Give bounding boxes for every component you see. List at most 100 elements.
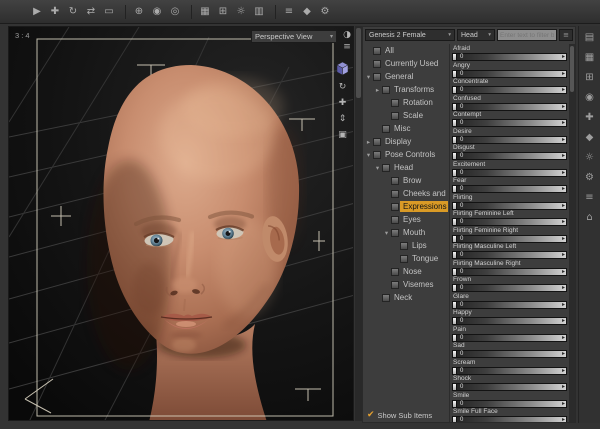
tree-item-scale[interactable]: Scale (363, 109, 448, 122)
slider-track[interactable]: 0 ▸ (452, 350, 567, 358)
slider-nudge-right-icon[interactable]: ▸ (562, 284, 565, 292)
slider-handle[interactable] (453, 136, 457, 143)
tree-item-mouth[interactable]: ▾ Mouth (363, 226, 448, 239)
simulation-settings-tab[interactable]: ⚙ (585, 172, 594, 183)
slider-nudge-right-icon[interactable]: ▸ (562, 350, 565, 358)
preferences[interactable]: ⚙ (318, 4, 332, 19)
slider-nudge-right-icon[interactable]: ▸ (562, 400, 565, 408)
view-selector-dropdown[interactable]: Perspective View ▾ (251, 30, 337, 43)
slider-excitement[interactable]: Excitement 0 ▸ (450, 161, 569, 178)
orbit-camera-icon[interactable]: ↻ (339, 82, 347, 92)
slider-smile[interactable]: Smile 0 ▸ (450, 392, 569, 409)
expand-arrow-icon[interactable]: ▾ (365, 151, 372, 159)
slider-nudge-right-icon[interactable]: ▸ (562, 268, 565, 276)
figure-selector-dropdown[interactable]: Genesis 2 Female ▾ (365, 29, 455, 41)
render-settings-tab[interactable]: ☼ (585, 152, 594, 163)
slider-sad[interactable]: Sad 0 ▸ (450, 342, 569, 359)
slider-track[interactable]: 0 ▸ (452, 300, 567, 309)
slider-track[interactable]: 0 ▸ (452, 119, 567, 127)
pointer-tool[interactable]: ▶ (30, 4, 44, 19)
node-selection-tool[interactable]: ◉ (150, 4, 164, 19)
scene-tab[interactable]: ▤ (585, 32, 594, 43)
tree-item-head[interactable]: ▾ Head (363, 161, 448, 174)
slider-nudge-right-icon[interactable]: ▸ (562, 251, 565, 259)
tree-item-lips[interactable]: Lips (363, 239, 448, 252)
slider-confused[interactable]: Confused 0 ▸ (450, 95, 569, 112)
scene-navigator[interactable]: ▦ (198, 4, 212, 19)
shaping-tab[interactable]: ◉ (585, 92, 594, 103)
slider-nudge-right-icon[interactable]: ▸ (562, 235, 565, 243)
slider-track[interactable]: 0 ▸ (452, 399, 567, 408)
slider-nudge-right-icon[interactable]: ▸ (562, 169, 565, 177)
slider-nudge-right-icon[interactable]: ▸ (562, 103, 565, 111)
universal-manipulator[interactable]: ✚ (48, 4, 62, 19)
tree-item-expressions[interactable]: Expressions (363, 200, 448, 213)
slider-glare[interactable]: Glare 0 ▸ (450, 293, 569, 310)
slider-nudge-right-icon[interactable]: ▸ (562, 367, 565, 375)
tree-item-all[interactable]: All (363, 44, 448, 57)
tree-item-neck[interactable]: Neck (363, 291, 448, 304)
tree-scrollbar[interactable] (355, 26, 362, 421)
slider-desire[interactable]: Desire 0 ▸ (450, 128, 569, 145)
surfaces-tab[interactable]: ◆ (586, 132, 594, 143)
separator[interactable] (270, 4, 276, 19)
slider-nudge-right-icon[interactable]: ▸ (562, 416, 565, 422)
slider-nudge-right-icon[interactable]: ▸ (562, 218, 565, 226)
rotate-tool[interactable]: ↻ (66, 4, 80, 19)
slider-shock[interactable]: Shock 0 ▸ (450, 375, 569, 392)
slider-nudge-right-icon[interactable]: ▸ (562, 70, 565, 78)
draw-style-icon[interactable]: ◑ (343, 30, 351, 40)
slider-track[interactable]: 0 ▸ (452, 251, 567, 259)
node-selector-dropdown[interactable]: Head ▾ (457, 29, 495, 41)
tree-item-general[interactable]: ▾ General (363, 70, 448, 83)
slider-track[interactable]: 0 ▸ (452, 234, 567, 243)
slider-handle[interactable] (453, 169, 457, 176)
expand-arrow-icon[interactable]: ▸ (374, 86, 381, 94)
slider-track[interactable]: 0 ▸ (452, 201, 567, 210)
slider-track[interactable]: 0 ▸ (452, 333, 567, 342)
slider-frown[interactable]: Frown 0 ▸ (450, 276, 569, 293)
viewport-canvas[interactable]: 3 : 4 Perspective View ▾ ◑ ≡ ↻ ✚ ⇕ ▣ (8, 26, 354, 421)
slider-track[interactable]: 0 ▸ (452, 152, 567, 160)
slider-nudge-right-icon[interactable]: ▸ (562, 185, 565, 193)
posing-tab[interactable]: ✚ (585, 112, 593, 123)
filter-input[interactable] (497, 29, 557, 41)
separator[interactable] (186, 4, 192, 19)
slider-track[interactable]: 0 ▸ (452, 366, 567, 375)
slider-scream[interactable]: Scream 0 ▸ (450, 359, 569, 376)
slider-track[interactable]: 0 ▸ (452, 102, 567, 111)
pan-camera-icon[interactable]: ✚ (339, 98, 347, 108)
slider-track[interactable]: 0 ▸ (452, 135, 567, 144)
slider-list-scrollbar[interactable] (569, 44, 575, 422)
smart-content-tab[interactable]: ▦ (585, 52, 594, 63)
slider-happy[interactable]: Happy 0 ▸ (450, 309, 569, 326)
tree-item-nose[interactable]: Nose (363, 265, 448, 278)
slider-track[interactable]: 0 ▸ (452, 317, 567, 325)
slider-track[interactable]: 0 ▸ (452, 86, 567, 94)
scale-tool[interactable]: ▭ (102, 4, 116, 19)
tree-scrollbar-thumb[interactable] (356, 28, 361, 98)
tree-item-tongue[interactable]: Tongue (363, 252, 448, 265)
slider-flirting-feminine-right[interactable]: Flirting Feminine Right 0 ▸ (450, 227, 569, 244)
slider-nudge-right-icon[interactable]: ▸ (562, 53, 565, 61)
slider-angry[interactable]: Angry 0 ▸ (450, 62, 569, 79)
show-sub-items-checkbox[interactable]: ✔ Show Sub Items (367, 411, 432, 421)
slider-track[interactable]: 0 ▸ (452, 53, 567, 61)
slider-nudge-right-icon[interactable]: ▸ (562, 334, 565, 342)
slider-track[interactable]: 0 ▸ (452, 69, 567, 78)
slider-list-scrollbar-thumb[interactable] (570, 46, 574, 92)
slider-handle[interactable] (453, 400, 457, 407)
slider-track[interactable]: 0 ▸ (452, 383, 567, 391)
slider-handle[interactable] (453, 334, 457, 341)
slider-flirting[interactable]: Flirting 0 ▸ (450, 194, 569, 211)
slider-handle[interactable] (453, 219, 457, 225)
slider-handle[interactable] (453, 87, 457, 93)
timeline-toggle[interactable]: ≡ (282, 4, 296, 19)
slider-nudge-right-icon[interactable]: ▸ (562, 317, 565, 325)
render-button[interactable]: ☼ (234, 4, 248, 19)
slider-flirting-feminine-left[interactable]: Flirting Feminine Left 0 ▸ (450, 210, 569, 227)
aux-viewport[interactable]: ⊞ (216, 4, 230, 19)
tree-item-rotation[interactable]: Rotation (363, 96, 448, 109)
viewport-menu-icon[interactable]: ≡ (343, 42, 351, 52)
slider-nudge-right-icon[interactable]: ▸ (562, 152, 565, 160)
